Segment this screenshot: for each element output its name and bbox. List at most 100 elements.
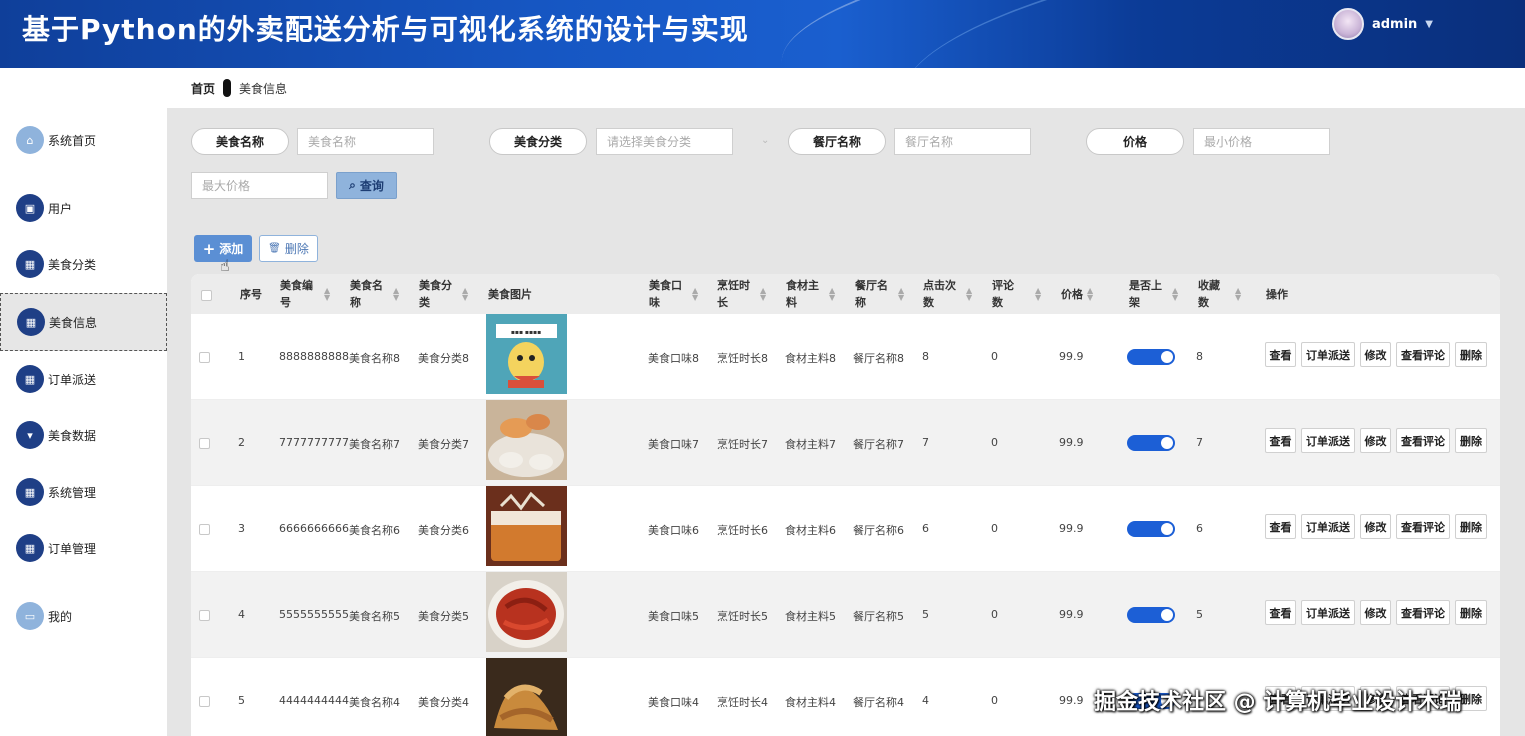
query-button[interactable]: ⌕ 查询 [336, 172, 397, 199]
sort-icon[interactable]: ▲ ▼ [829, 287, 835, 302]
view-button[interactable]: 查看 [1265, 514, 1296, 539]
food-image[interactable] [486, 572, 567, 652]
view-button[interactable]: 查看 [1265, 342, 1296, 367]
category-select[interactable] [596, 128, 733, 155]
th-clicks[interactable]: 点击次数 [923, 277, 961, 311]
th-code[interactable]: 美食编号 [280, 277, 318, 311]
cell-restaurant: 餐厅名称5 [853, 610, 904, 623]
min-price-input[interactable] [1193, 128, 1330, 155]
row-checkbox[interactable] [199, 352, 210, 363]
username[interactable]: admin [1372, 17, 1417, 32]
grid-icon: ▦ [16, 250, 44, 278]
app-title: 基于Python的外卖配送分析与可视化系统的设计与实现 [22, 13, 749, 46]
dispatch-button[interactable]: 订单派送 [1301, 342, 1355, 367]
th-favorites[interactable]: 收藏数 [1198, 277, 1226, 311]
cell-restaurant: 餐厅名称7 [853, 438, 904, 451]
on-shelf-toggle[interactable] [1127, 607, 1175, 623]
sidebar-item-mine[interactable]: ▭ 我的 [0, 588, 167, 644]
sort-icon[interactable]: ▲ ▼ [692, 287, 698, 302]
max-price-input[interactable] [191, 172, 328, 199]
sort-icon[interactable]: ▲ ▼ [1035, 287, 1041, 302]
view-button[interactable]: 查看 [1265, 600, 1296, 625]
sidebar-item-label: 我的 [48, 609, 73, 624]
row-checkbox[interactable] [199, 524, 210, 535]
dispatch-button[interactable]: 订单派送 [1301, 428, 1355, 453]
sidebar-item-system[interactable]: ▦ 系统管理 [0, 464, 167, 520]
sidebar-item-home[interactable]: ⌂ 系统首页 [0, 112, 167, 168]
sidebar-item-food-info[interactable]: ▦ 美食信息 [0, 293, 167, 351]
row-delete-button[interactable]: 删除 [1455, 514, 1487, 539]
sort-icon[interactable]: ▲ ▼ [760, 287, 766, 302]
th-restaurant[interactable]: 餐厅名称 [855, 277, 893, 311]
food-image[interactable]: ▪▪▪ ▪▪▪▪ [486, 314, 567, 394]
cell-category: 美食分类6 [418, 524, 469, 537]
th-on-shelf[interactable]: 是否上架 [1129, 277, 1167, 311]
cell-index: 1 [238, 350, 245, 363]
sort-icon[interactable]: ▲ ▼ [324, 287, 330, 302]
avatar[interactable] [1331, 8, 1364, 40]
th-taste[interactable]: 美食口味 [649, 277, 687, 311]
caret-down-icon[interactable]: ▼ [1425, 19, 1433, 30]
view-comments-button[interactable]: 查看评论 [1396, 514, 1450, 539]
sidebar-item-label: 订单派送 [48, 372, 97, 387]
sort-icon[interactable]: ▲ ▼ [898, 287, 904, 302]
edit-button[interactable]: 修改 [1360, 600, 1391, 625]
view-button[interactable]: 查看 [1265, 428, 1296, 453]
select-all-checkbox[interactable] [201, 290, 212, 301]
sort-icon[interactable]: ▲ ▼ [966, 287, 972, 302]
food-image[interactable] [486, 400, 567, 480]
cell-restaurant: 餐厅名称6 [853, 524, 904, 537]
row-checkbox[interactable] [199, 610, 210, 621]
cell-ingredient: 食材主料7 [785, 438, 836, 451]
food-image[interactable] [486, 658, 567, 736]
th-price[interactable]: 价格 [1061, 286, 1083, 303]
sidebar-item-food-category[interactable]: ▦ 美食分类 [0, 236, 167, 292]
view-comments-button[interactable]: 查看评论 [1396, 600, 1450, 625]
sort-icon[interactable]: ▲ ▼ [1172, 287, 1178, 302]
trash-icon: 🗑 [268, 243, 281, 254]
table-row: 3 6666666666 美食名称6 美食分类6 美食口味6 烹饪时长6 食材主… [191, 486, 1500, 572]
row-checkbox[interactable] [199, 696, 210, 707]
sort-icon[interactable]: ▲ ▼ [393, 287, 399, 302]
th-comments[interactable]: 评论数 [992, 277, 1020, 311]
row-delete-button[interactable]: 删除 [1455, 342, 1487, 367]
th-name[interactable]: 美食名称 [350, 277, 388, 311]
row-delete-button[interactable]: 删除 [1455, 428, 1487, 453]
sort-icon[interactable]: ▲ ▼ [1087, 287, 1093, 302]
on-shelf-toggle[interactable] [1127, 435, 1175, 451]
dispatch-button[interactable]: 订单派送 [1301, 514, 1355, 539]
restaurant-input[interactable] [894, 128, 1031, 155]
sort-icon[interactable]: ▲ ▼ [1235, 287, 1241, 302]
row-delete-button[interactable]: 删除 [1455, 600, 1487, 625]
th-category[interactable]: 美食分类 [419, 277, 457, 311]
cell-code: 5555555555 [279, 608, 349, 621]
food-name-input[interactable] [297, 128, 434, 155]
on-shelf-toggle[interactable] [1127, 349, 1175, 365]
sidebar-item-users[interactable]: ▣ 用户 [0, 180, 167, 236]
breadcrumb-home[interactable]: 首页 [191, 80, 215, 97]
cell-taste: 美食口味4 [648, 696, 699, 709]
sidebar-item-food-data[interactable]: ▾ 美食数据 [0, 407, 167, 463]
edit-button[interactable]: 修改 [1360, 428, 1391, 453]
chart-icon: ▾ [16, 421, 44, 449]
th-cook-time[interactable]: 烹饪时长 [717, 277, 755, 311]
user-menu[interactable]: admin ▼ [1331, 8, 1433, 40]
view-comments-button[interactable]: 查看评论 [1396, 342, 1450, 367]
chevron-down-icon[interactable]: ⌄ [761, 135, 769, 146]
view-comments-button[interactable]: 查看评论 [1396, 428, 1450, 453]
cell-clicks: 7 [922, 436, 929, 449]
on-shelf-toggle[interactable] [1127, 521, 1175, 537]
cell-category: 美食分类4 [418, 696, 469, 709]
sidebar-item-order-dispatch[interactable]: ▦ 订单派送 [0, 351, 167, 407]
food-name-label: 美食名称 [191, 128, 289, 155]
food-image[interactable] [486, 486, 567, 566]
row-checkbox[interactable] [199, 438, 210, 449]
sidebar-item-orders[interactable]: ▦ 订单管理 [0, 520, 167, 576]
sidebar-item-label: 系统首页 [48, 133, 97, 148]
edit-button[interactable]: 修改 [1360, 342, 1391, 367]
edit-button[interactable]: 修改 [1360, 514, 1391, 539]
dispatch-button[interactable]: 订单派送 [1301, 600, 1355, 625]
sort-icon[interactable]: ▲ ▼ [462, 287, 468, 302]
th-ingredient[interactable]: 食材主料 [786, 277, 824, 311]
delete-button[interactable]: 🗑 删除 [259, 235, 318, 262]
